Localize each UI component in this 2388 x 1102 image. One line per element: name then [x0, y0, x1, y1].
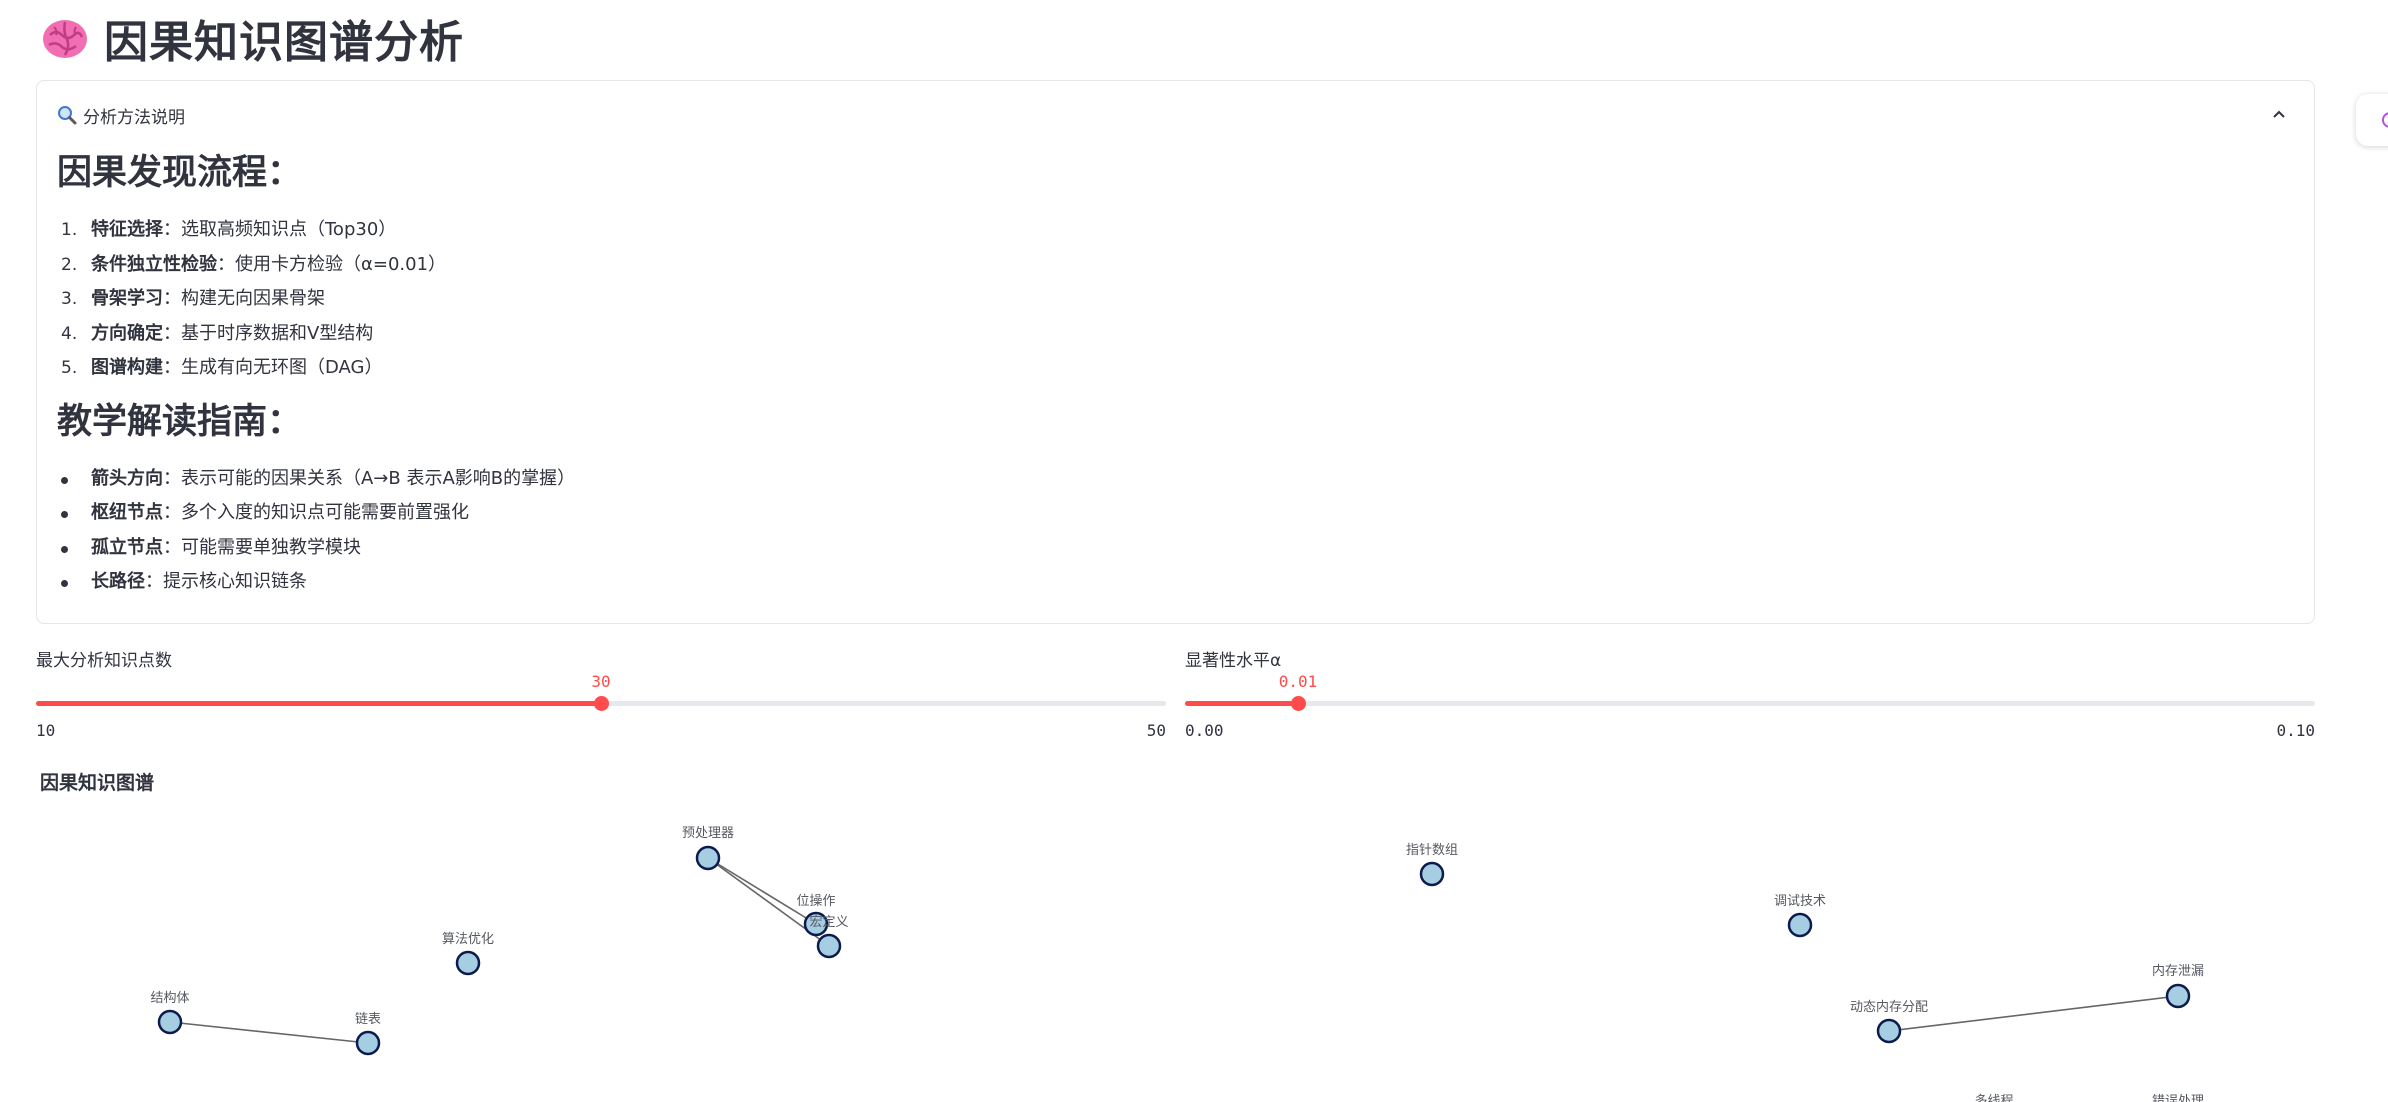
list-item: 箭头方向：表示可能的因果关系（A→B 表示A影响B的掌握）: [57, 462, 2294, 497]
section-heading-guide: 教学解读指南：: [57, 401, 303, 442]
list-item: 1. 特征选择：选取高频知识点（Top30）: [61, 219, 397, 240]
expander-label: 分析方法说明: [83, 107, 185, 128]
node-circle: [816, 933, 842, 959]
slider-min: 10: [36, 721, 56, 740]
flow-steps-list: 1. 特征选择：选取高频知识点（Top30） 2. 条件独立性检验：使用卡方检验（α…: [57, 213, 2294, 386]
expander-header[interactable]: 分析方法说明: [57, 101, 2294, 129]
slider-max: 0.10: [2276, 721, 2315, 740]
slider-thumb[interactable]: [594, 696, 609, 711]
node-label: 内存泄漏: [2152, 963, 2204, 979]
node-circle: [1787, 912, 1813, 938]
slider-label: 显著性水平α: [1185, 651, 1282, 671]
node-label: 位操作: [796, 893, 835, 909]
graph-node-errhandle[interactable]: 错误处理: [2152, 1094, 2204, 1102]
node-label: 结构体: [150, 991, 189, 1006]
graph-node-linkedlist[interactable]: 链表: [355, 1012, 381, 1056]
graph-node-dynalloc[interactable]: 动态内存分配: [1850, 999, 1928, 1044]
graph-node-thread[interactable]: 多线程: [1974, 1093, 2013, 1102]
node-label: 宏定义: [809, 915, 848, 930]
slider-fill: [36, 701, 601, 706]
slider-track[interactable]: [36, 696, 1166, 711]
slider-track[interactable]: [1185, 696, 2315, 711]
slider-fill: [1185, 701, 1298, 706]
causal-graph[interactable]: 预处理器 位操作 宏定义 算法优化 结构体 链表 指针数组 调试技术 内存泄漏 …: [36, 800, 2316, 1102]
slider-value: 0.01: [1278, 672, 1318, 691]
node-label: 算法优化: [442, 932, 494, 947]
node-circle: [1419, 861, 1445, 887]
graph-node-algo[interactable]: 算法优化: [442, 932, 494, 976]
node-circle: [455, 950, 481, 976]
list-item: 长路径：提示核心知识链条: [57, 565, 2294, 600]
bullet: [61, 580, 68, 587]
graph-node-debug[interactable]: 调试技术: [1774, 894, 1826, 938]
node-label: 指针数组: [1406, 843, 1458, 858]
brain-icon: [43, 20, 87, 58]
list-item: 3. 骨架学习：构建无向因果骨架: [61, 288, 325, 309]
page-title: 因果知识图谱分析: [104, 17, 464, 68]
chevron-up-icon[interactable]: [2268, 103, 2290, 125]
node-circle: [355, 1030, 381, 1056]
graph-node-memleak[interactable]: 内存泄漏: [2152, 963, 2204, 1009]
bullet: [61, 545, 68, 553]
node-label: 链表: [355, 1012, 381, 1027]
node-label: 多线程: [1974, 1093, 2013, 1102]
slider-min: 0.00: [1185, 721, 1224, 740]
node-label: 预处理器: [682, 826, 734, 841]
graph-edge: [169, 1021, 369, 1044]
slider-max: 50: [1146, 721, 1166, 740]
node-circle: [1876, 1018, 1902, 1044]
node-label: 动态内存分配: [1850, 999, 1928, 1015]
graph-edge: [1888, 995, 2179, 1032]
magnifier-icon: [58, 106, 77, 125]
expander-body: 因果发现流程： 1. 特征选择：选取高频知识点（Top30） 2. 条件独立性检验：…: [57, 145, 2294, 600]
list-item: 5. 图谱构建：生成有向无环图（DAG）: [61, 357, 383, 378]
graph-node-struct[interactable]: 结构体: [150, 991, 190, 1035]
bullet: [61, 511, 68, 518]
slider-label: 最大分析知识点数: [36, 651, 172, 671]
page-header: 因果知识图谱分析: [40, 8, 464, 68]
slider-thumb[interactable]: [1291, 696, 1306, 711]
list-item: 孤立节点：可能需要单独教学模块: [57, 531, 2294, 566]
guide-list: 箭头方向：表示可能的因果关系（A→B 表示A影响B的掌握） 枢纽节点：多个入度的…: [57, 462, 2294, 600]
list-item: 2. 条件独立性检验：使用卡方检验（α=0.01）: [61, 253, 447, 275]
bullet: [61, 476, 68, 484]
slider-max-points: 最大分析知识点数 30 10 50: [36, 646, 1166, 746]
graph-title: 因果知识图谱: [40, 772, 155, 794]
gem-icon: [2382, 112, 2388, 128]
node-label: 错误处理: [2152, 1094, 2204, 1102]
list-item: 4. 方向确定：基于时序数据和V型结构: [61, 322, 374, 344]
slider-alpha: 显著性水平α 0.01 0.00 0.10: [1185, 646, 2315, 746]
graph-node-preprocessor[interactable]: 预处理器: [682, 826, 734, 871]
list-item: 枢纽节点：多个入度的知识点可能需要前置强化: [57, 496, 2294, 531]
method-expander: 分析方法说明 因果发现流程： 1. 特征选择：选取高频知识点（Top30） 2. 条…: [36, 80, 2315, 624]
graph-edge: [707, 857, 817, 925]
floating-action-button[interactable]: [2356, 94, 2388, 146]
node-label: 调试技术: [1774, 894, 1826, 909]
node-circle: [695, 845, 721, 871]
app-page: 因果知识图谱分析 分析方法说明 因果发现流程： 1. 特征选择：选取高频知识点（T…: [0, 0, 2388, 1102]
node-circle: [2165, 983, 2191, 1009]
node-circle: [157, 1009, 183, 1035]
section-heading-flow: 因果发现流程：: [57, 153, 303, 193]
slider-value: 30: [591, 672, 611, 691]
graph-node-ptrarray[interactable]: 指针数组: [1406, 843, 1458, 887]
